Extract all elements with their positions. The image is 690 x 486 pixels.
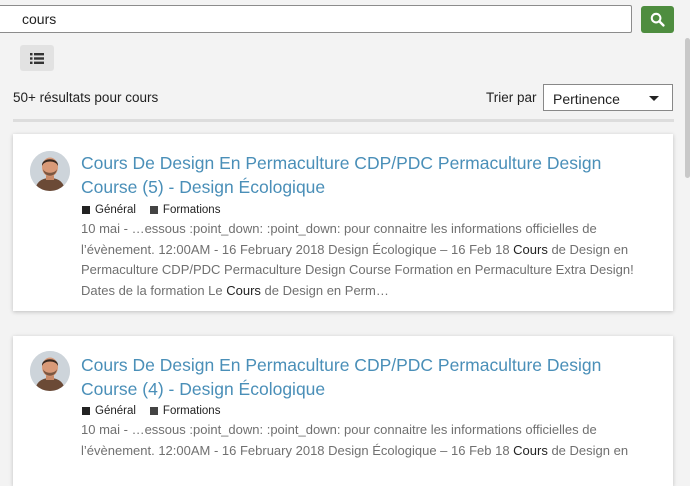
excerpt-highlight: Cours — [513, 442, 548, 458]
result-card: Cours De Design En Permaculture CDP/PDC … — [13, 134, 673, 311]
list-icon — [30, 52, 44, 64]
excerpt-text: de Design en — [547, 442, 629, 458]
excerpt-highlight: Cours — [226, 282, 261, 298]
result-card: Cours De Design En Permaculture CDP/PDC … — [13, 336, 673, 486]
category-tag-formations[interactable]: Formations — [149, 405, 221, 417]
excerpt-text: de Design en Perm… — [260, 282, 389, 298]
category-color-swatch — [149, 206, 158, 214]
category-color-swatch — [82, 206, 90, 214]
sort-select[interactable]: Pertinence — [543, 84, 673, 111]
category-label: Général — [95, 405, 136, 417]
category-tag-formations[interactable]: Formations — [149, 204, 221, 216]
category-label: Formations — [162, 204, 221, 216]
result-title[interactable]: Cours De Design En Permaculture CDP/PDC … — [81, 151, 661, 199]
search-input[interactable] — [0, 5, 632, 33]
sort-selected-value: Pertinence — [553, 91, 620, 107]
list-view-button[interactable] — [20, 45, 54, 71]
result-title[interactable]: Cours De Design En Permaculture CDP/PDC … — [81, 353, 661, 401]
category-label: Général — [95, 204, 136, 216]
avatar[interactable] — [30, 151, 70, 191]
category-tag-general[interactable]: Général — [82, 204, 136, 216]
category-label: Formations — [162, 405, 221, 417]
scrollbar[interactable] — [685, 38, 690, 178]
results-count: 50+ résultats pour cours — [13, 90, 159, 105]
search-icon — [650, 12, 665, 27]
category-color-swatch — [82, 407, 90, 415]
avatar[interactable] — [30, 351, 70, 391]
sort-label: Trier par — [486, 90, 537, 105]
category-tag-general[interactable]: Général — [82, 405, 136, 417]
excerpt-highlight: Cours — [513, 241, 548, 257]
result-excerpt: 10 mai - …essous :point_down: :point_dow… — [81, 219, 666, 301]
category-color-swatch — [149, 407, 158, 415]
divider — [13, 119, 674, 122]
search-button[interactable] — [641, 6, 674, 33]
caret-down-icon — [649, 96, 659, 101]
result-excerpt: 10 mai - …essous :point_down: :point_dow… — [81, 420, 666, 461]
